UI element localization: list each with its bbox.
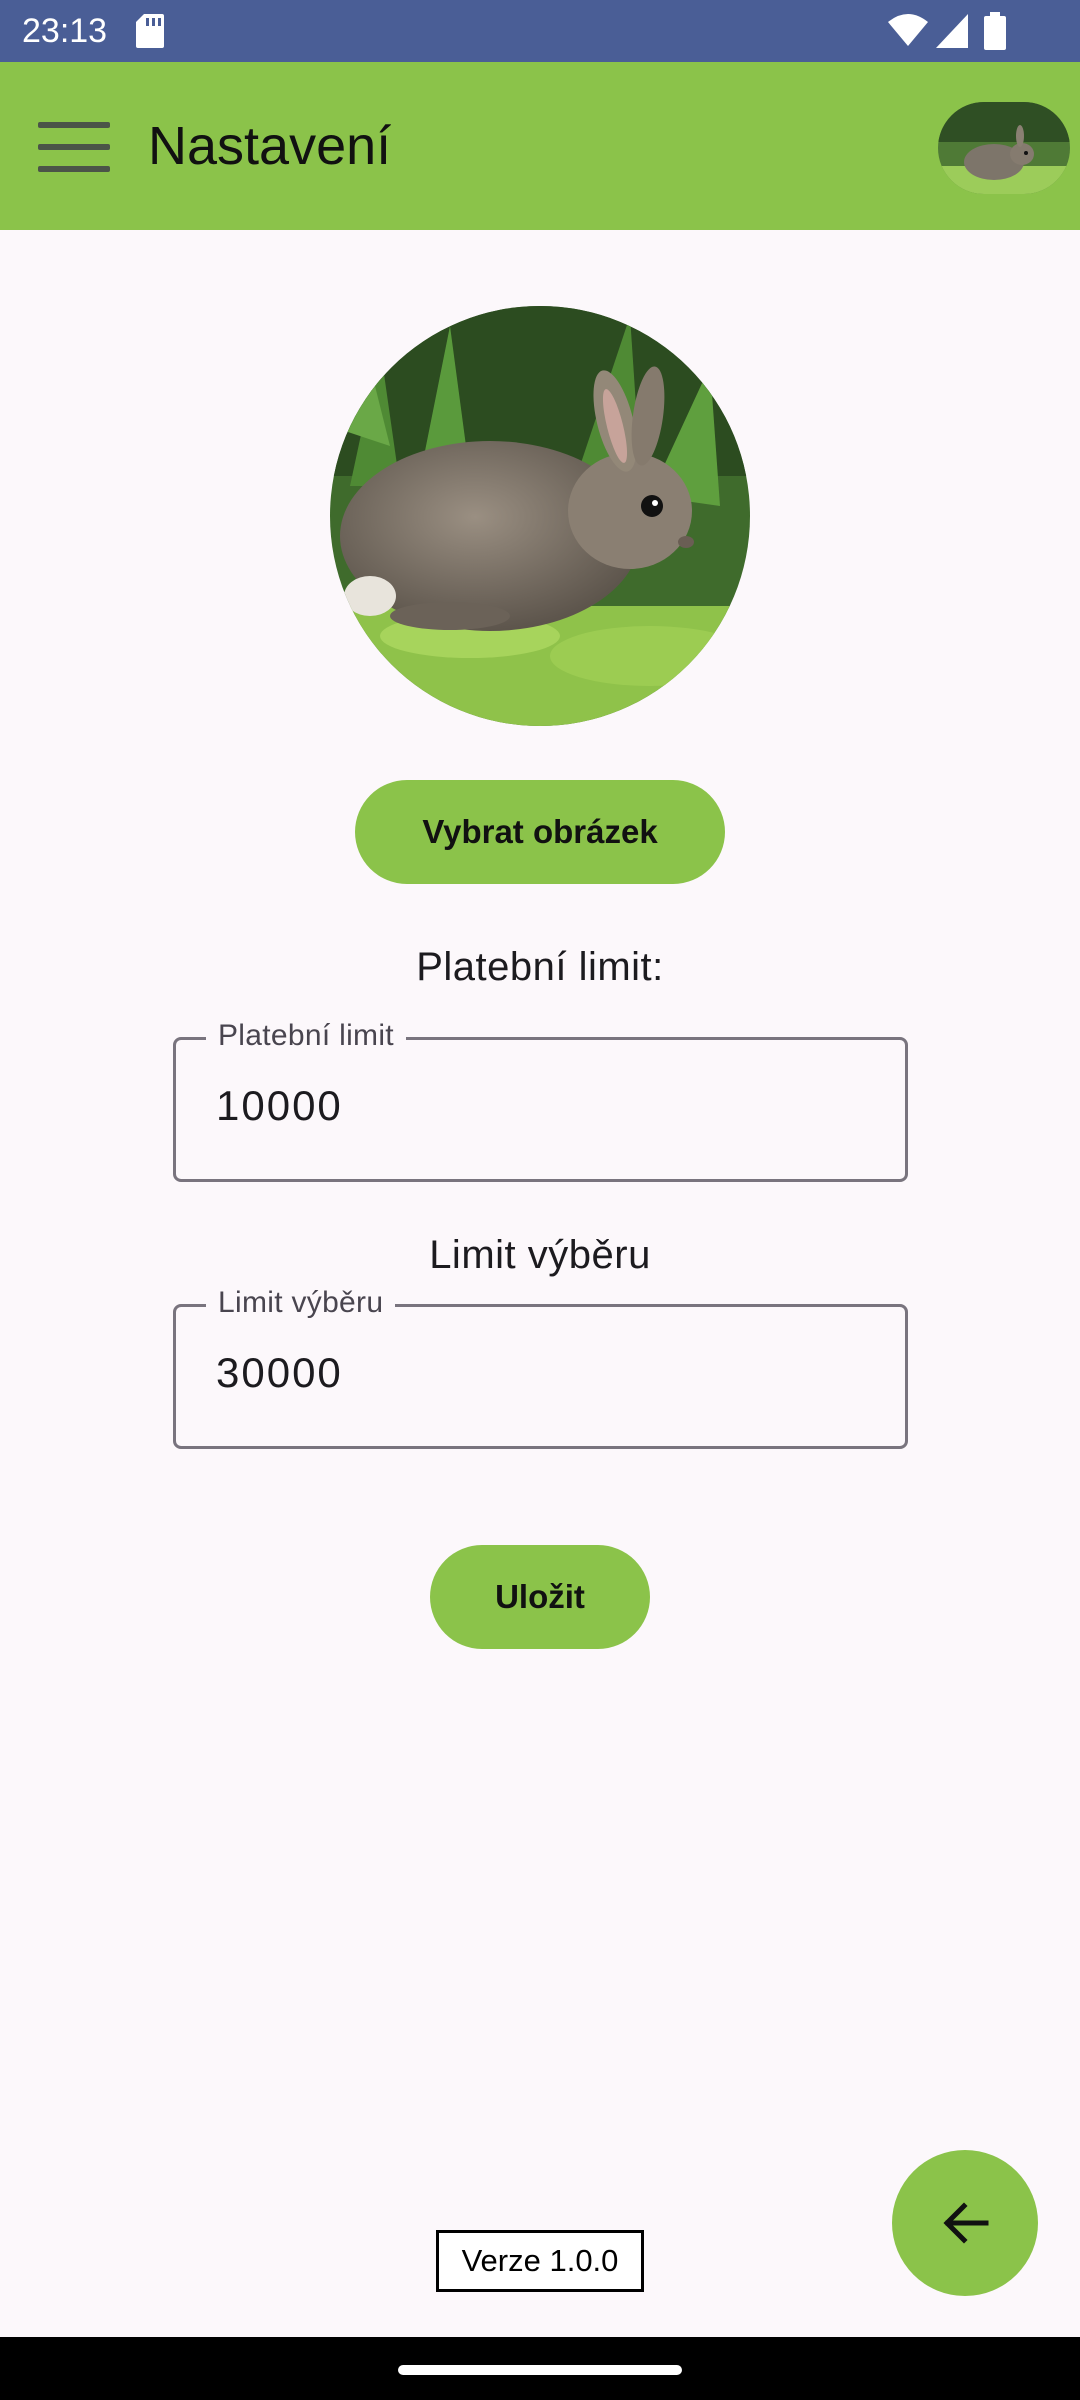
payment-limit-field-label: Platební limit <box>206 1018 406 1054</box>
sd-card-icon <box>136 14 164 48</box>
avatar[interactable] <box>938 102 1070 194</box>
menu-icon[interactable] <box>28 112 120 182</box>
menu-icon-line <box>38 122 110 128</box>
system-navigation-bar <box>0 2337 1080 2400</box>
withdrawal-limit-field-label: Limit výběru <box>206 1285 396 1321</box>
status-time: 23:13 <box>22 12 108 50</box>
arrow-back-icon <box>943 2202 989 2244</box>
wifi-icon <box>888 14 928 46</box>
version-label: Verze 1.0.0 <box>436 2230 644 2292</box>
page-title: Nastavení <box>148 116 392 176</box>
cell-signal-icon <box>936 14 968 48</box>
withdrawal-limit-field[interactable]: Limit výběru <box>173 1285 908 1449</box>
status-bar: 23:13 <box>0 0 1080 62</box>
gesture-handle[interactable] <box>398 2365 682 2375</box>
profile-picture <box>330 306 750 726</box>
payment-limit-field[interactable]: Platební limit <box>173 1018 908 1182</box>
pick-image-button[interactable]: Vybrat obrázek <box>355 780 725 884</box>
top-app-bar: Nastavení <box>0 62 1080 230</box>
settings-screen: 23:13 Nastavení Vybrat obrázek Platební … <box>0 0 1080 2400</box>
withdrawal-limit-input[interactable] <box>216 1349 856 1397</box>
payment-limit-heading: Platební limit: <box>416 945 664 989</box>
menu-icon-line <box>38 144 110 150</box>
save-button[interactable]: Uložit <box>430 1545 650 1649</box>
back-fab[interactable] <box>892 2150 1038 2296</box>
withdrawal-limit-heading: Limit výběru <box>429 1233 651 1277</box>
payment-limit-input[interactable] <box>216 1082 856 1130</box>
menu-icon-line <box>38 166 110 172</box>
battery-icon <box>984 12 1006 50</box>
